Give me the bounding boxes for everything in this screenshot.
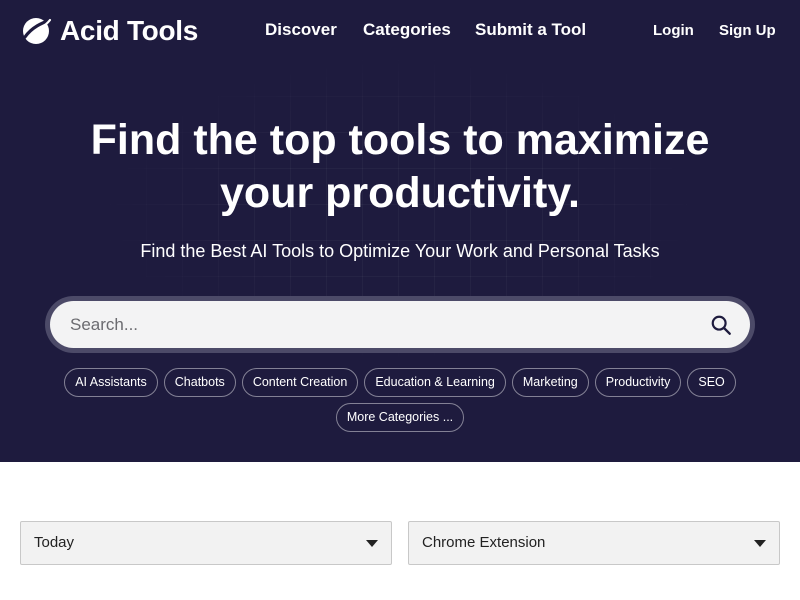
chip-seo[interactable]: SEO	[687, 368, 736, 397]
nav-discover[interactable]: Discover	[265, 20, 337, 40]
caret-down-icon	[754, 540, 766, 547]
filter-bar: Today Chrome Extension	[20, 521, 780, 565]
chip-marketing[interactable]: Marketing	[511, 368, 589, 397]
platform-filter-select[interactable]: Chrome Extension	[408, 521, 780, 565]
chip-productivity[interactable]: Productivity	[594, 368, 682, 397]
chip-more-categories[interactable]: More Categories ...	[335, 403, 465, 432]
page-title-line-2: your productivity.	[220, 169, 580, 217]
chip-chatbots[interactable]: Chatbots	[163, 368, 236, 397]
page-subtitle: Find the Best AI Tools to Optimize Your …	[140, 241, 660, 261]
chip-content-creation[interactable]: Content Creation	[241, 368, 359, 397]
platform-filter-value: Chrome Extension	[422, 534, 546, 551]
time-filter-value: Today	[34, 534, 75, 551]
page-title: Find the top tools to maximize your prod…	[0, 114, 800, 220]
nav-categories[interactable]: Categories	[363, 20, 451, 40]
search-input[interactable]	[50, 301, 750, 348]
page-title-line-1: Find the top tools to maximize	[90, 116, 710, 164]
time-filter-select[interactable]: Today	[20, 521, 392, 565]
hero-section: Acid Tools Discover Categories Submit a …	[0, 0, 800, 462]
search-box	[50, 301, 750, 348]
brand-name: Acid Tools	[60, 15, 199, 46]
chip-education-learning[interactable]: Education & Learning	[364, 368, 506, 397]
brand-logo[interactable]: Acid Tools	[20, 14, 198, 48]
login-link[interactable]: Login	[653, 22, 694, 39]
planet-logo-icon	[23, 18, 52, 44]
signup-link[interactable]: Sign Up	[719, 22, 776, 39]
chip-ai-assistants[interactable]: AI Assistants	[64, 368, 158, 397]
search-bar	[45, 296, 755, 353]
nav-submit-tool[interactable]: Submit a Tool	[475, 20, 586, 40]
category-chips: AI Assistants Chatbots Content Creation …	[60, 368, 740, 432]
caret-down-icon	[366, 540, 378, 547]
search-icon[interactable]	[710, 314, 732, 336]
